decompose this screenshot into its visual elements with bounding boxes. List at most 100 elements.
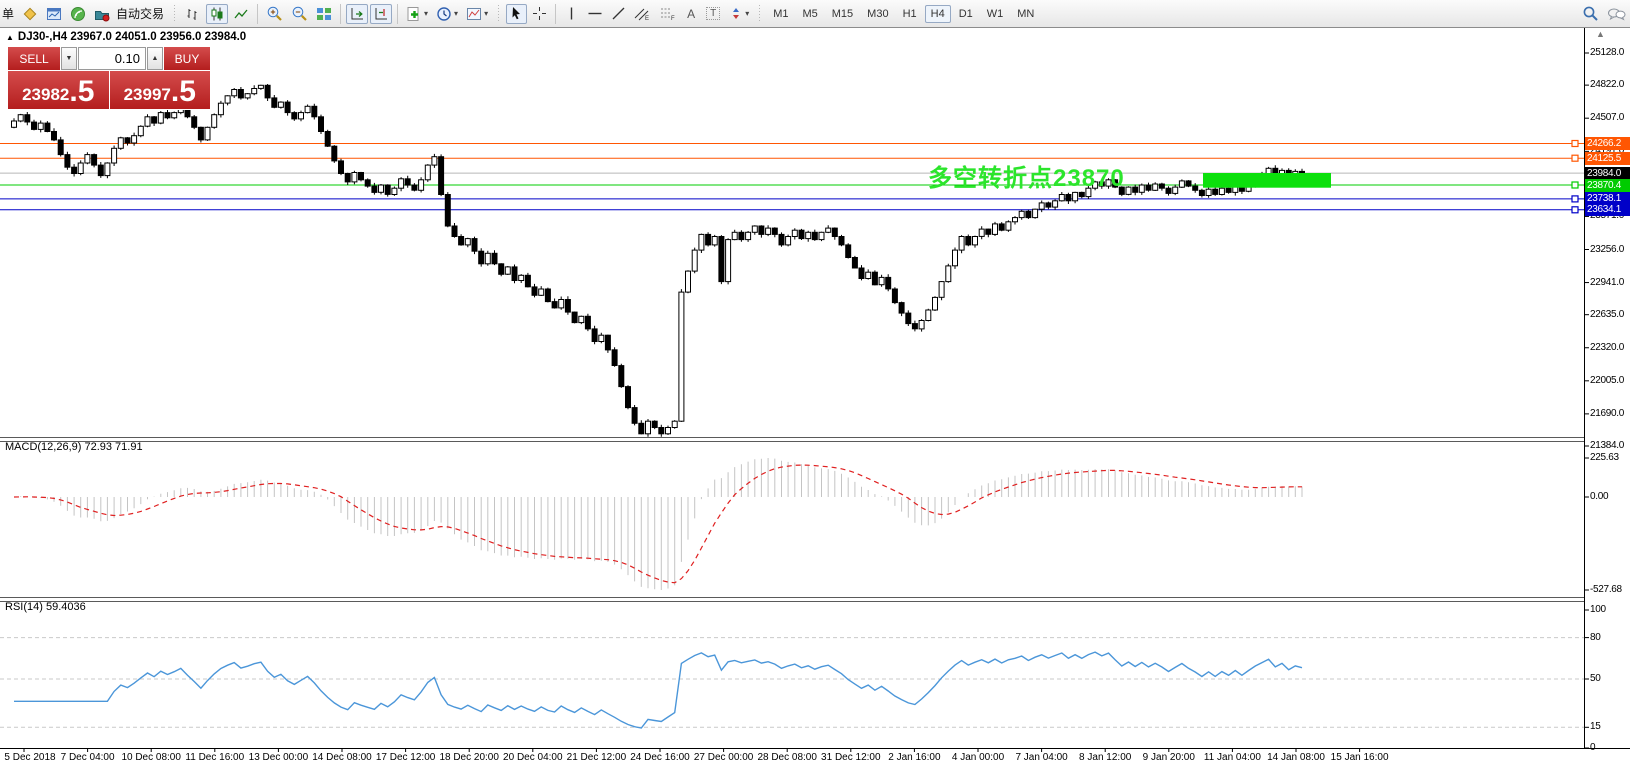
price-tick-label: 21384.0	[1590, 440, 1630, 451]
price-tick-label: 24507.0	[1590, 112, 1630, 123]
buy-price-button[interactable]: 23997.5	[110, 71, 211, 109]
macd-tick-label: -527.68	[1590, 584, 1630, 595]
time-axis-label: 28 Dec 08:00	[757, 752, 817, 763]
sell-price-frac: .5	[69, 77, 94, 107]
symbol-ohlc-text: DJ30-,H4 23967.0 24051.0 23956.0 23984.0	[18, 31, 246, 43]
price-tick-label: 22320.0	[1590, 342, 1630, 353]
time-axis-label: 20 Dec 04:00	[503, 752, 563, 763]
fibonacci-tool-icon[interactable]: F	[656, 4, 679, 24]
tab-m15[interactable]: M15	[826, 5, 859, 23]
time-axis-label: 31 Dec 12:00	[821, 752, 881, 763]
templates-dropdown-icon[interactable]: ▾	[484, 9, 488, 18]
buy-button[interactable]: BUY	[164, 47, 210, 70]
tab-h1[interactable]: H1	[897, 5, 923, 23]
time-axis-label: 4 Jan 00:00	[952, 752, 1004, 763]
candlestick-chart-icon[interactable]	[206, 4, 228, 24]
rsi-label: RSI(14) 59.4036	[5, 601, 86, 613]
price-chart-canvas[interactable]	[0, 0, 1630, 773]
tab-m5[interactable]: M5	[796, 5, 823, 23]
tile-windows-icon[interactable]	[313, 4, 335, 24]
tab-h4[interactable]: H4	[925, 5, 951, 23]
indicators-icon[interactable]: ▾	[403, 4, 431, 24]
profile-window-icon[interactable]	[43, 4, 65, 24]
price-tag: 23870.4	[1585, 179, 1630, 192]
price-tag: 24125.5	[1585, 152, 1630, 165]
price-tick-label: 22635.0	[1590, 309, 1630, 320]
rsi-tick-label: 0	[1590, 742, 1630, 753]
crosshair-tool-icon[interactable]	[529, 4, 550, 24]
symbol-header: ▲ DJ30-,H4 23967.0 24051.0 23956.0 23984…	[6, 31, 246, 43]
text-tool-glyph: A	[687, 7, 695, 21]
time-axis-label: 14 Dec 08:00	[312, 752, 372, 763]
vertical-line-tool-icon[interactable]	[561, 4, 582, 24]
time-axis-label: 27 Dec 00:00	[694, 752, 754, 763]
collapse-panel-icon[interactable]: ▲	[6, 33, 14, 42]
tab-m30[interactable]: M30	[861, 5, 894, 23]
chart-shift-icon[interactable]	[370, 4, 392, 24]
autotrading-label[interactable]: 自动交易	[116, 5, 164, 22]
new-order-button[interactable]: 单	[2, 5, 14, 22]
auto-scroll-icon[interactable]	[346, 4, 368, 24]
horizontal-line-tool-icon[interactable]	[584, 4, 606, 24]
search-icon[interactable]	[1579, 4, 1602, 24]
bar-chart-icon[interactable]	[182, 4, 204, 24]
time-axis-border	[0, 748, 1630, 749]
label-tool-glyph: T	[706, 7, 720, 20]
zoom-in-icon[interactable]	[263, 4, 286, 24]
cursor-tool-icon[interactable]	[506, 4, 527, 24]
time-axis-label: 13 Dec 00:00	[249, 752, 309, 763]
autotrading-icon[interactable]	[91, 4, 113, 24]
zoom-out-icon[interactable]	[288, 4, 311, 24]
volume-decrease-button[interactable]: ▼	[61, 47, 77, 70]
equidistant-channel-tool-icon[interactable]: E	[631, 4, 654, 24]
rsi-tick-label: 100	[1590, 604, 1630, 615]
chart-wizard-icon[interactable]	[19, 4, 41, 24]
signals-icon[interactable]	[67, 4, 89, 24]
price-tick-label: 24822.0	[1590, 79, 1630, 90]
time-axis-label: 7 Jan 04:00	[1015, 752, 1067, 763]
time-axis-label: 11 Dec 16:00	[185, 752, 244, 763]
pane-separator-rsi[interactable]	[0, 597, 1585, 602]
indicators-dropdown-icon[interactable]: ▾	[424, 9, 428, 18]
tab-w1[interactable]: W1	[981, 5, 1010, 23]
text-tool-icon[interactable]: A	[681, 4, 701, 24]
chat-icon[interactable]	[1604, 4, 1629, 24]
time-axis-label: 8 Jan 12:00	[1079, 752, 1131, 763]
macd-label: MACD(12,26,9) 72.93 71.91	[5, 441, 143, 453]
price-tag: 24266.2	[1585, 137, 1630, 150]
time-axis-label: 18 Dec 20:00	[439, 752, 499, 763]
sell-button[interactable]: SELL	[8, 47, 60, 70]
time-axis-label: 15 Jan 16:00	[1331, 752, 1389, 763]
line-chart-icon[interactable]	[230, 4, 252, 24]
macd-tick-label: 225.63	[1590, 452, 1630, 463]
price-tag: 23634.1	[1585, 203, 1630, 216]
rsi-tick-label: 15	[1590, 721, 1630, 732]
time-axis-label: 11 Jan 04:00	[1204, 752, 1261, 763]
toolbar: 单 自动交易	[0, 0, 1630, 28]
price-tick-label: 22941.0	[1590, 277, 1630, 288]
periods-dropdown-icon[interactable]: ▾	[454, 9, 458, 18]
time-axis-label: 5 Dec 2018	[4, 752, 55, 763]
time-axis-label: 10 Dec 08:00	[121, 752, 181, 763]
tab-m1[interactable]: M1	[767, 5, 794, 23]
tab-d1[interactable]: D1	[953, 5, 979, 23]
rsi-tick-label: 80	[1590, 632, 1630, 643]
templates-icon[interactable]: ▾	[463, 4, 491, 24]
text-label-tool-icon[interactable]: T	[703, 4, 723, 24]
axis-scroll-up-icon[interactable]: ▲	[1596, 29, 1605, 39]
volume-increase-button[interactable]: ▲	[147, 47, 163, 70]
channel-e: E	[645, 16, 649, 22]
periods-icon[interactable]: ▾	[433, 4, 461, 24]
arrows-dropdown-icon[interactable]: ▾	[745, 9, 749, 18]
tab-mn[interactable]: MN	[1011, 5, 1040, 23]
svg-text:F: F	[671, 16, 675, 22]
buy-price-main: 23997	[124, 83, 171, 107]
toolbar-grip	[495, 5, 502, 23]
trendline-tool-icon[interactable]	[608, 4, 629, 24]
volume-input[interactable]	[78, 47, 146, 70]
arrows-tool-icon[interactable]: ▾	[725, 4, 752, 24]
price-tick-label: 22005.0	[1590, 375, 1630, 386]
sell-price-button[interactable]: 23982.5	[8, 71, 109, 109]
chart-annotation-text[interactable]: 多空转折点23870	[928, 158, 1125, 193]
pane-separator-macd[interactable]	[0, 437, 1585, 442]
